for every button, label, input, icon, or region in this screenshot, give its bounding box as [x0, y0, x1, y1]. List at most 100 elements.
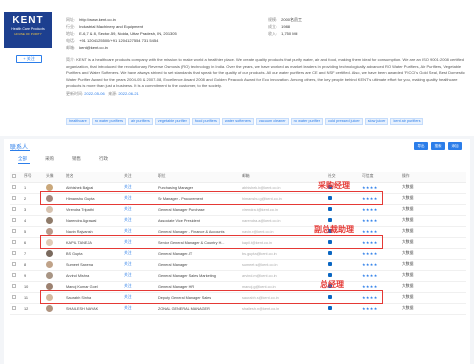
big-data-link[interactable]: 大数据: [400, 237, 466, 249]
tab-purchasing[interactable]: 采购: [45, 156, 54, 162]
avatar: [46, 184, 53, 191]
company-fields-left: 网址: http://www.kent.co.in 行业: Industrial M…: [66, 16, 177, 51]
follow-link[interactable]: 关注: [122, 204, 156, 216]
row-checkbox[interactable]: [12, 185, 16, 189]
row-checkbox[interactable]: [12, 196, 16, 200]
contact-name[interactable]: Sumeet Saxena: [64, 259, 122, 271]
contacts-panel: 联系人 导出 搜索 添加 全部 采购 销售 行政 序号 头像 姓名 关注 职位 …: [4, 139, 470, 364]
col-no: 序号: [22, 172, 44, 183]
table-header: 序号 头像 姓名 关注 职位 邮箱 社交 可信度 操作: [10, 172, 466, 183]
big-data-link[interactable]: 大数据: [400, 303, 466, 315]
contact-name[interactable]: Narendra Agrawal: [64, 215, 122, 227]
field-revenue: 收入: 1,750 Mil: [268, 31, 298, 36]
tag[interactable]: air purifiers: [128, 118, 153, 125]
tab-all[interactable]: 全部: [18, 156, 27, 162]
tag[interactable]: food purifiers: [191, 118, 220, 125]
linkedin-icon[interactable]: [328, 306, 332, 310]
tag[interactable]: ro water purifiers: [91, 118, 127, 125]
row-checkbox[interactable]: [12, 284, 16, 288]
tag[interactable]: cold pressed juicer: [325, 118, 363, 125]
linkedin-icon[interactable]: [328, 262, 332, 266]
follow-link[interactable]: 关注: [122, 215, 156, 227]
follow-link[interactable]: 关注: [122, 248, 156, 260]
search-button[interactable]: 搜索: [431, 142, 445, 150]
contact-email: virendra.t@kent.co.in: [240, 204, 326, 216]
field-founded: 成立: 1988: [268, 24, 291, 29]
company-tags: healthcare ro water purifiers air purifi…: [66, 118, 472, 125]
company-fields-right: 规模: 2000名员工 成立: 1988 收入: 1,750 Mil: [268, 16, 302, 37]
select-all-checkbox[interactable]: [12, 174, 16, 179]
highlight-box-purchasing-manager: [40, 191, 383, 205]
tag[interactable]: ro water purifier: [290, 118, 324, 125]
field-industry: 行业: Industrial Machinery and Equipment: [66, 24, 143, 29]
tag[interactable]: vegetable purifier: [154, 118, 190, 125]
company-logo: KENT Health Care Products HOUSE OF PURIT…: [4, 12, 52, 48]
tag[interactable]: healthcare: [66, 118, 90, 125]
linkedin-icon[interactable]: [328, 218, 332, 222]
annotation-purchasing-manager: 采购经理: [318, 181, 350, 190]
title-underline: [10, 150, 30, 151]
avatar: [46, 283, 53, 290]
follow-link[interactable]: 关注: [122, 303, 156, 315]
big-data-link[interactable]: 大数据: [400, 270, 466, 282]
big-data-link[interactable]: 大数据: [400, 193, 466, 205]
export-button[interactable]: 导出: [414, 142, 428, 150]
tab-sales[interactable]: 销售: [72, 156, 81, 162]
big-data-link[interactable]: 大数据: [400, 204, 466, 216]
avatar: [46, 272, 53, 279]
contact-name[interactable]: Arvind Mishra: [64, 270, 122, 282]
avatar: [46, 250, 53, 257]
row-checkbox[interactable]: [12, 306, 16, 310]
follow-link[interactable]: 关注: [122, 270, 156, 282]
field-website: 网址: http://www.kent.co.in: [66, 17, 116, 22]
big-data-link[interactable]: 大数据: [400, 226, 466, 238]
avatar: [46, 261, 53, 268]
credibility-stars: ★★★★: [360, 215, 400, 227]
website-link[interactable]: http://www.kent.co.in: [79, 17, 116, 22]
row-checkbox[interactable]: [12, 273, 16, 277]
highlight-box-vp-assistant: [40, 235, 383, 249]
table-row[interactable]: 3 Virendra Tripathi 关注 General Manager P…: [10, 204, 466, 216]
row-checkbox[interactable]: [12, 229, 16, 233]
company-detail-page: KENT Health Care Products HOUSE OF PURIT…: [0, 0, 474, 364]
row-checkbox[interactable]: [12, 295, 16, 299]
big-data-link[interactable]: 大数据: [400, 215, 466, 227]
contact-name[interactable]: Virendra Tripathi: [64, 204, 122, 216]
col-avatar: 头像: [44, 172, 64, 183]
big-data-link[interactable]: 大数据: [400, 248, 466, 260]
row-checkbox[interactable]: [12, 240, 16, 244]
table-row[interactable]: 12 SHAILESH NAYAK 关注 ZONAL GENERAL MANAG…: [10, 303, 466, 315]
linkedin-icon[interactable]: [328, 207, 332, 211]
linkedin-icon[interactable]: [328, 251, 332, 255]
tab-admin[interactable]: 行政: [99, 156, 108, 162]
avatar: [46, 217, 53, 224]
contact-name[interactable]: BS Gupta: [64, 248, 122, 260]
credibility-stars: ★★★★: [360, 248, 400, 260]
tag[interactable]: slow juicer: [364, 118, 389, 125]
row-checkbox[interactable]: [12, 251, 16, 255]
big-data-link[interactable]: 大数据: [400, 182, 466, 194]
annotation-general-manager: 总经理: [320, 280, 344, 289]
table-row[interactable]: 4 Narendra Agrawal 关注 Associate Vice Pre…: [10, 215, 466, 227]
field-size: 规模: 2000名员工: [268, 17, 303, 22]
row-checkbox[interactable]: [12, 262, 16, 266]
linkedin-icon[interactable]: [328, 273, 332, 277]
table-row[interactable]: 7 BS Gupta 关注 General Manager-IT bs.gupt…: [10, 248, 466, 260]
tag[interactable]: water softeners: [221, 118, 254, 125]
tag[interactable]: kent air purifiers: [390, 118, 424, 125]
row-checkbox[interactable]: [12, 207, 16, 211]
big-data-link[interactable]: 大数据: [400, 259, 466, 271]
follow-link[interactable]: 关注: [122, 259, 156, 271]
table-row[interactable]: 8 Sumeet Saxena 关注 General Manager sumee…: [10, 259, 466, 271]
company-profile-card: KENT Health Care Products HOUSE OF PURIT…: [0, 0, 474, 136]
row-checkbox[interactable]: [12, 218, 16, 222]
big-data-link[interactable]: 大数据: [400, 281, 466, 293]
big-data-link[interactable]: 大数据: [400, 292, 466, 304]
col-action: 操作: [400, 172, 466, 183]
table-row[interactable]: 9 Arvind Mishra 关注 General Manager Sales…: [10, 270, 466, 282]
tag[interactable]: vacuum cleaner: [255, 118, 289, 125]
credibility-stars: ★★★★: [360, 259, 400, 271]
add-button[interactable]: 添加: [448, 142, 462, 150]
contact-name[interactable]: SHAILESH NAYAK: [64, 303, 122, 315]
follow-company-button[interactable]: + 关注: [16, 55, 42, 63]
